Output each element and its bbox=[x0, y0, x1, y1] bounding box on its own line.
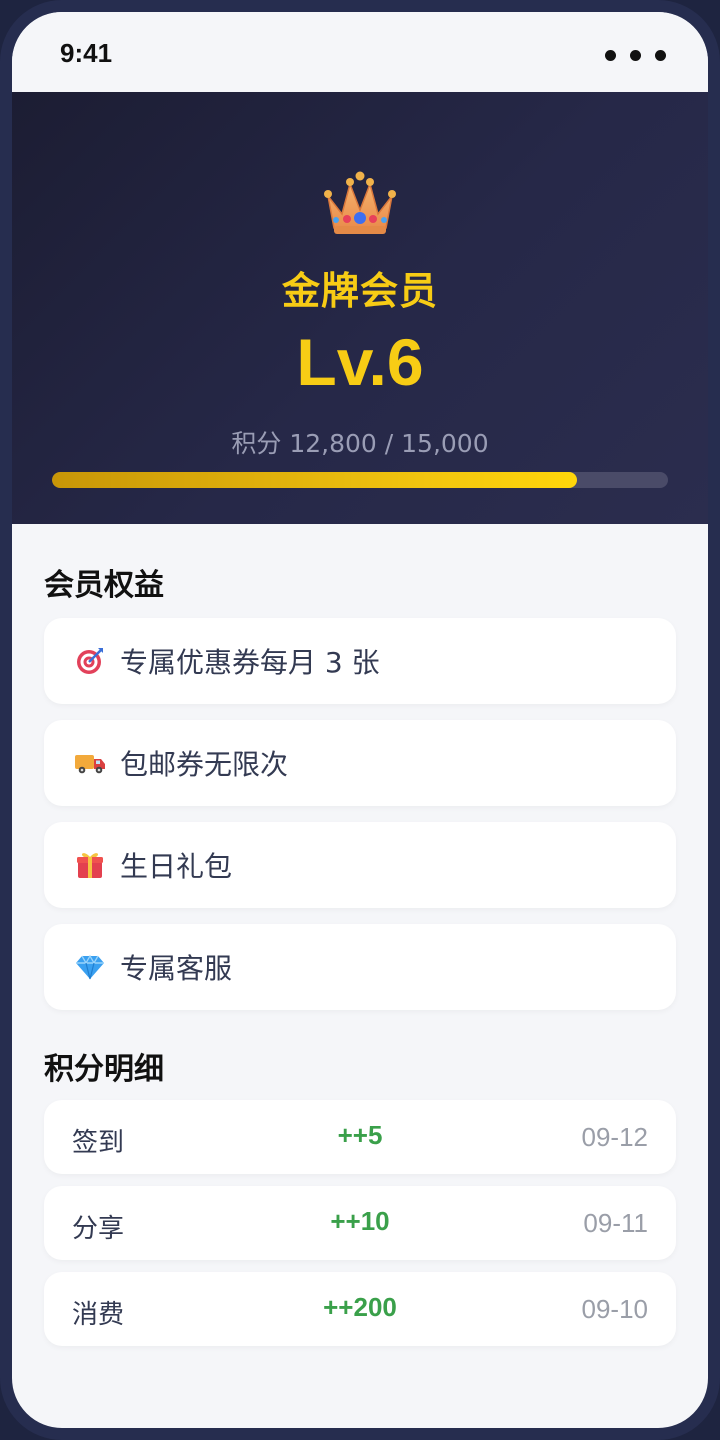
record-date: 09-12 bbox=[581, 1122, 649, 1152]
benefit-item[interactable]: 生日礼包 bbox=[44, 822, 676, 908]
diamond-icon bbox=[74, 951, 106, 983]
gift-icon bbox=[74, 849, 106, 881]
level-progress-bar bbox=[52, 472, 668, 488]
menu-dot bbox=[630, 50, 641, 61]
benefit-item[interactable]: 专属优惠券每月 3 张 bbox=[44, 618, 676, 704]
member-tier-title: 金牌会员 bbox=[281, 269, 438, 313]
benefit-item[interactable]: 专属客服 bbox=[44, 924, 676, 1010]
phone-frame: 9:41 金牌会员 Lv.6 积分 12,800 / 15,000 会员权益 专… bbox=[0, 0, 720, 1440]
points-record-row[interactable]: 消费 ++200 09-10 bbox=[44, 1272, 676, 1346]
menu-dot bbox=[605, 50, 616, 61]
record-date: 09-11 bbox=[583, 1208, 648, 1238]
target-icon bbox=[74, 645, 106, 677]
status-time: 9:41 bbox=[60, 38, 113, 68]
more-menu-icon[interactable] bbox=[605, 50, 666, 61]
record-amount: ++10 bbox=[330, 1206, 390, 1236]
level-progress-fill bbox=[52, 472, 578, 488]
benefits-section-title: 会员权益 bbox=[44, 568, 164, 603]
points-detail-section-title: 积分明细 bbox=[44, 1052, 164, 1087]
points-record-row[interactable]: 分享 ++10 09-11 bbox=[44, 1186, 676, 1260]
member-level: Lv.6 bbox=[296, 325, 424, 399]
benefit-label: 专属客服 bbox=[120, 952, 233, 985]
benefit-item[interactable]: 包邮券无限次 bbox=[44, 720, 676, 806]
membership-card: 金牌会员 Lv.6 积分 12,800 / 15,000 bbox=[12, 92, 708, 524]
menu-dot bbox=[655, 50, 666, 61]
delivery-truck-icon bbox=[74, 747, 106, 779]
benefit-label: 生日礼包 bbox=[120, 850, 233, 883]
benefit-label: 包邮券无限次 bbox=[120, 748, 289, 781]
status-bar: 9:41 bbox=[12, 12, 708, 92]
points-record-row[interactable]: 签到 ++5 09-12 bbox=[44, 1100, 676, 1174]
crown-icon bbox=[324, 171, 396, 234]
record-date: 09-10 bbox=[581, 1294, 649, 1324]
benefit-label: 专属优惠券每月 3 张 bbox=[120, 646, 380, 679]
points-progress-text: 积分 12,800 / 15,000 bbox=[231, 429, 489, 458]
